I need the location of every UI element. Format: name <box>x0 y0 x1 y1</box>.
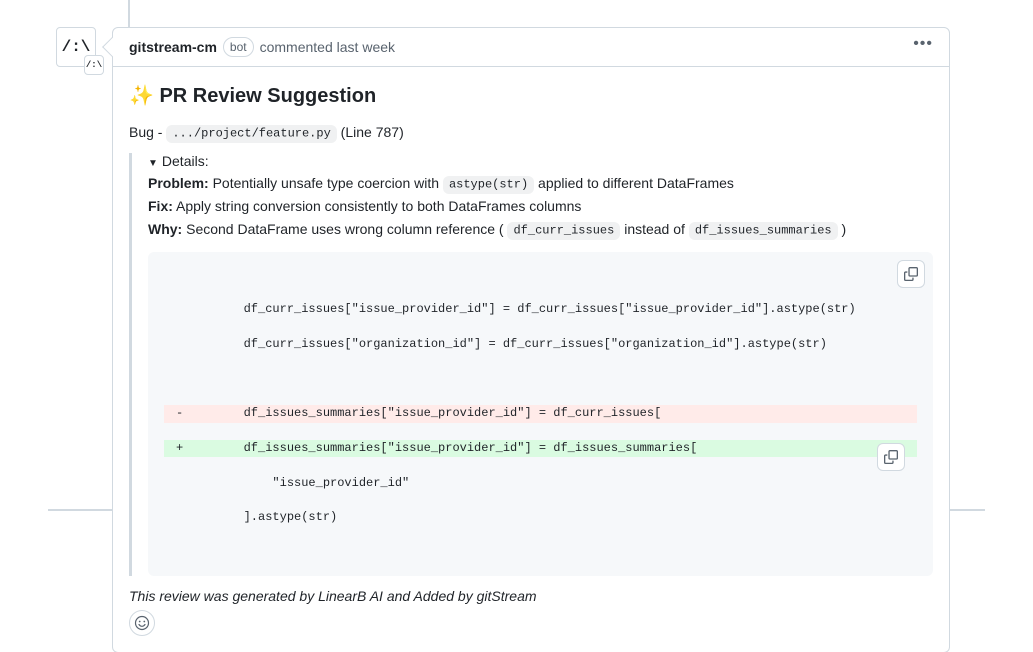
author-link[interactable]: gitstream-cm <box>129 39 217 55</box>
timestamp-link[interactable]: last week <box>337 39 395 55</box>
avatar-small[interactable]: /:\ <box>84 55 104 75</box>
suggestion-title: ✨ PR Review Suggestion <box>129 83 933 108</box>
details-block: ▼Details: Problem: Potentially unsafe ty… <box>129 153 933 576</box>
smiley-icon <box>134 615 150 631</box>
bot-badge: bot <box>223 37 254 57</box>
copy-icon <box>904 267 918 281</box>
comment-container: gitstream-cm bot commented last week •••… <box>112 27 950 652</box>
copy-icon <box>884 450 898 464</box>
fix-line: Fix: Apply string conversion consistentl… <box>148 196 933 217</box>
more-actions-button[interactable]: ••• <box>913 36 933 58</box>
diff-deletion: - df_issues_summaries["issue_provider_id… <box>164 405 917 422</box>
why-line: Why: Second DataFrame uses wrong column … <box>148 219 933 240</box>
problem-line: Problem: Potentially unsafe type coercio… <box>148 173 933 194</box>
comment-action: commented last week <box>260 39 395 55</box>
disclosure-triangle-icon: ▼ <box>148 158 158 169</box>
file-path: .../project/feature.py <box>166 125 336 142</box>
diff-addition: + df_issues_summaries["issue_provider_id… <box>164 440 917 457</box>
avatar-small-glyph: /:\ <box>86 60 102 70</box>
code-suggestion: df_curr_issues["issue_provider_id"] = df… <box>148 252 933 576</box>
copy-button-secondary[interactable] <box>877 443 905 471</box>
details-toggle[interactable]: ▼Details: <box>148 153 933 169</box>
add-reaction-button[interactable] <box>129 610 155 636</box>
bug-line: Bug - .../project/feature.py (Line 787) <box>129 124 933 141</box>
comment-body: ✨ PR Review Suggestion Bug - .../project… <box>113 67 949 652</box>
footer-note: This review was generated by LinearB AI … <box>129 588 933 604</box>
avatar-glyph: /:\ <box>62 38 91 56</box>
comment-header: gitstream-cm bot commented last week ••• <box>113 28 949 67</box>
copy-code-button[interactable] <box>897 260 925 288</box>
